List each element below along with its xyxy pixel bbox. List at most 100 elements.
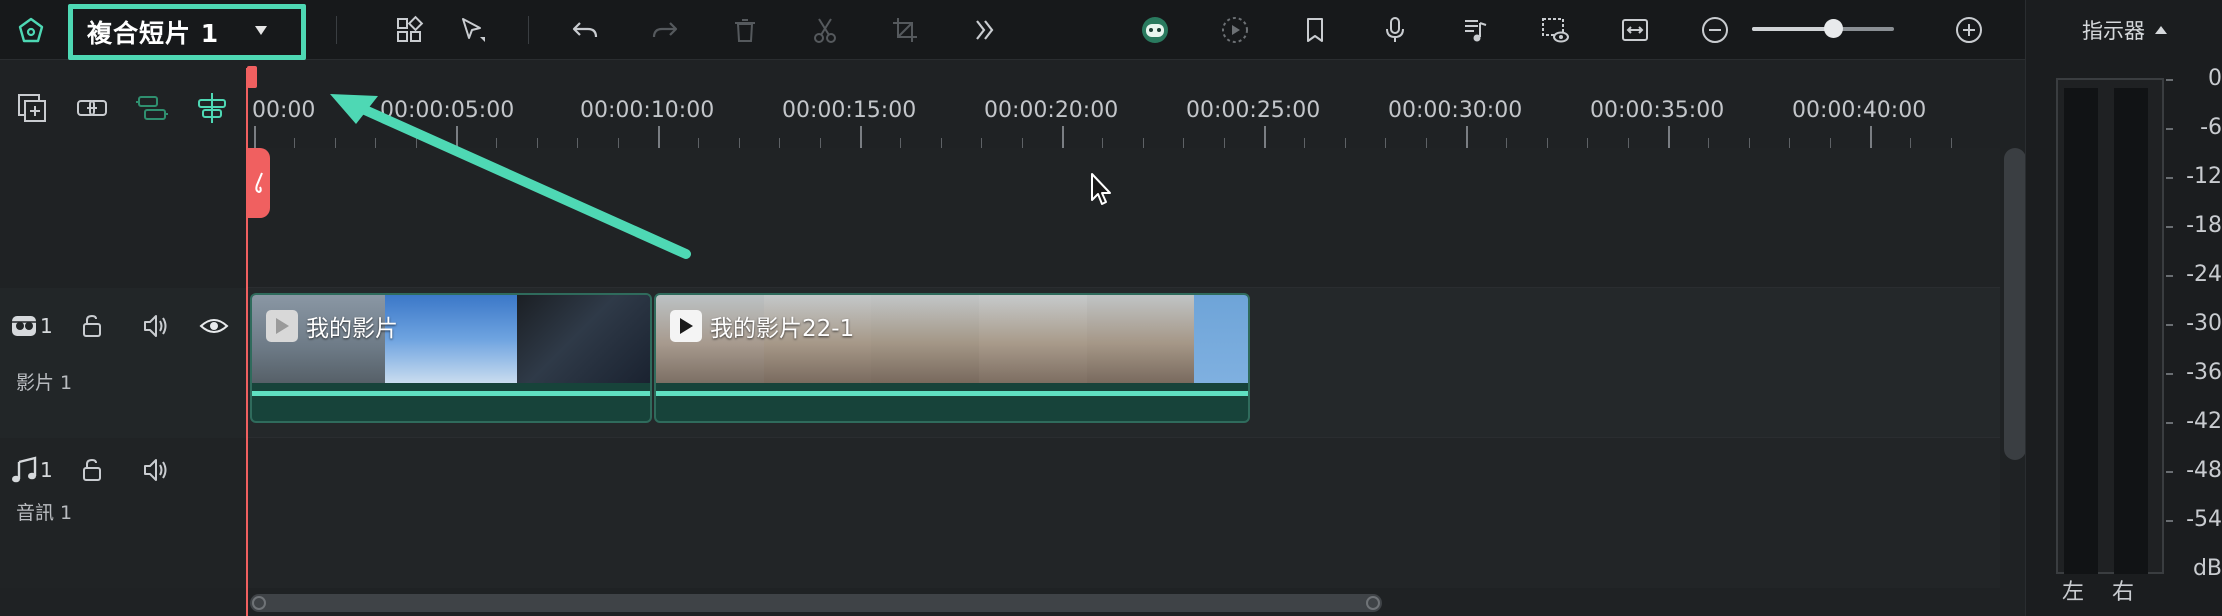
clip-thumbnail: [1086, 295, 1195, 383]
undo-button[interactable]: [564, 10, 606, 50]
ruler-major-tick: [1062, 126, 1064, 148]
group-icon: [136, 96, 168, 120]
group-button[interactable]: [132, 88, 172, 128]
vertical-scroll-thumb[interactable]: [2004, 148, 2026, 460]
redo-icon: [652, 22, 678, 38]
horizontal-scroll-thumb[interactable]: [250, 594, 1382, 612]
db-scale-label: -18: [2186, 213, 2222, 238]
ruler-minor-tick: [1748, 138, 1750, 148]
chevron-down-icon: [255, 26, 267, 35]
delete-button[interactable]: [724, 10, 766, 50]
clip-thumbnail: [1194, 295, 1248, 383]
zoom-in-button[interactable]: [1948, 10, 1990, 50]
zoom-slider[interactable]: [1752, 19, 1894, 38]
ruler-minor-tick: [1385, 138, 1387, 148]
timeline-track-area[interactable]: 我的影片 我的影片22-1: [248, 148, 2000, 588]
ruler-major-tick: [456, 126, 458, 148]
crop-button[interactable]: [884, 10, 926, 50]
ruler-minor-tick: [1142, 138, 1144, 148]
marker-button[interactable]: [1294, 10, 1336, 50]
lock-button[interactable]: [74, 452, 110, 488]
db-scale-label: -12: [2186, 164, 2222, 189]
ai-assistant-icon: [1142, 17, 1168, 43]
db-scale-label: -48: [2186, 458, 2222, 483]
volume-icon: [144, 315, 167, 337]
lock-button[interactable]: [74, 308, 110, 344]
ruler-minor-tick: [940, 138, 942, 148]
ruler-minor-tick: [1829, 138, 1831, 148]
eye-icon: [199, 319, 229, 333]
lock-icon: [83, 314, 101, 337]
scroll-start-handle[interactable]: [252, 596, 266, 610]
cut-button[interactable]: [804, 10, 846, 50]
link-button[interactable]: [72, 88, 112, 128]
volume-icon: [144, 459, 167, 481]
db-scale-label: -36: [2186, 360, 2222, 385]
layout-button[interactable]: [388, 10, 430, 50]
ruler-major-tick: [1870, 126, 1872, 148]
select-tool-button[interactable]: [452, 10, 494, 50]
zoom-out-button[interactable]: [1694, 10, 1736, 50]
volume-button[interactable]: [138, 452, 174, 488]
add-track-button[interactable]: [12, 88, 52, 128]
db-scale-tick: [2166, 422, 2173, 424]
video-track-icon: [6, 308, 42, 344]
fit-timeline-button[interactable]: [1614, 10, 1656, 50]
empty-track[interactable]: [248, 148, 2000, 288]
home-icon: [18, 17, 44, 43]
ruler-minor-tick: [1021, 138, 1023, 148]
ruler-minor-tick: [1910, 138, 1912, 148]
track-number: 1: [40, 314, 53, 338]
db-scale-label: 0: [2208, 66, 2222, 91]
audio-indicator-panel: 指示器 0 -6 -12 -18 -24 -30 -36 -42 -48 -54 dB 左 右: [2025, 0, 2222, 616]
music-button[interactable]: [1454, 10, 1496, 50]
volume-button[interactable]: [138, 308, 174, 344]
zoom-slider-handle[interactable]: [1823, 19, 1843, 38]
ruler-minor-tick: [1183, 138, 1185, 148]
indicator-header[interactable]: 指示器: [2026, 0, 2222, 60]
right-channel-meter: [2114, 88, 2148, 574]
lock-icon: [83, 458, 101, 481]
render-preview-button[interactable]: [1214, 10, 1256, 50]
select-tool-icon: [462, 18, 485, 42]
add-track-icon: [18, 94, 46, 122]
visibility-button[interactable]: [196, 308, 232, 344]
home-button[interactable]: [10, 10, 52, 50]
snap-button[interactable]: [192, 88, 232, 128]
db-scale-tick: [2166, 471, 2173, 473]
db-scale-tick: [2166, 79, 2173, 81]
audio-track[interactable]: [248, 438, 2000, 588]
delete-icon: [735, 19, 755, 42]
ai-assistant-button[interactable]: [1134, 10, 1176, 50]
clip-title: 我的影片: [306, 316, 398, 342]
ruler-major-tick: [1668, 126, 1670, 148]
preview-eye-button[interactable]: [1534, 10, 1576, 50]
timeline-tools: [0, 60, 248, 148]
more-tools-button[interactable]: [964, 10, 1006, 50]
video-clip[interactable]: 我的影片22-1: [654, 293, 1250, 423]
ruler-minor-tick: [375, 138, 377, 148]
video-clip[interactable]: 我的影片: [250, 293, 652, 423]
ruler-minor-tick: [1344, 138, 1346, 148]
record-voice-button[interactable]: [1374, 10, 1416, 50]
ruler-timecode: 00:00:25:00: [1186, 98, 1321, 123]
ruler-minor-tick: [900, 138, 902, 148]
playhead-tab[interactable]: [248, 148, 270, 218]
timeline-ruler[interactable]: 00:00 00:00:05:00 00:00:10:00 00:00:15:0…: [248, 60, 2000, 148]
project-selector[interactable]: 複合短片 1: [68, 4, 306, 60]
link-icon: [77, 100, 107, 116]
db-scale-label: -54: [2186, 507, 2222, 532]
redo-button[interactable]: [644, 10, 686, 50]
playhead-handle[interactable]: [247, 66, 257, 88]
db-scale-label: -42: [2186, 409, 2222, 434]
ruler-minor-tick: [334, 138, 336, 148]
ruler-minor-tick: [617, 138, 619, 148]
track-number: 1: [40, 458, 53, 482]
mouse-cursor-icon: [1091, 173, 1111, 205]
db-scale-label: -30: [2186, 311, 2222, 336]
ruler-minor-tick: [738, 138, 740, 148]
ruler-minor-tick: [1304, 138, 1306, 148]
scroll-end-handle[interactable]: [1366, 596, 1380, 610]
preview-eye-icon: [1542, 18, 1569, 43]
ruler-minor-tick: [1627, 138, 1629, 148]
